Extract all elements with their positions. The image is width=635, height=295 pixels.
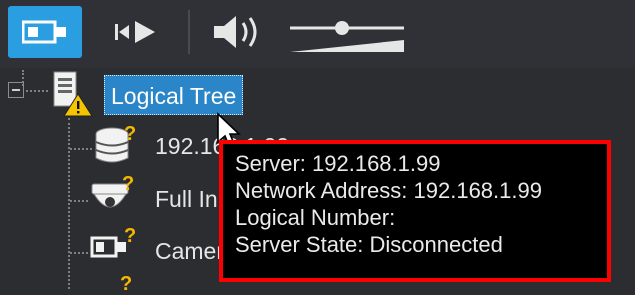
tooltip-server-state: Server State: Disconnected (235, 232, 503, 257)
volume-slider[interactable] (286, 12, 406, 56)
camera-button[interactable] (8, 6, 82, 58)
server-info-tooltip: Server: 192.168.1.99 Network Address: 19… (235, 150, 605, 258)
svg-text:?: ? (122, 174, 134, 195)
play-from-start-icon (115, 21, 155, 43)
play-button[interactable] (104, 6, 166, 58)
tree-item-label[interactable]: Camer (155, 238, 224, 265)
server-warning-icon (52, 70, 94, 123)
svg-text:?: ? (120, 276, 132, 290)
tooltip-server: Server: 192.168.1.99 (235, 151, 441, 176)
collapse-button[interactable] (8, 82, 24, 98)
speaker-icon (214, 16, 257, 48)
tree-connector (70, 148, 92, 150)
volume-button[interactable] (204, 6, 270, 58)
tree-connector (68, 118, 70, 289)
volume-slider-thumb[interactable] (335, 21, 349, 35)
tooltip-network-address: Network Address: 192.168.1.99 (235, 178, 542, 203)
tree-connector (70, 200, 88, 202)
svg-text:?: ? (124, 124, 136, 145)
volume-level-ramp (290, 40, 404, 52)
tree-root-label[interactable]: Logical Tree (104, 75, 244, 115)
dome-camera-warning-icon: ? (88, 173, 140, 229)
warning-question-icon: ? (118, 273, 138, 295)
tree-item-label[interactable]: Full In (155, 186, 218, 213)
database-warning-icon: ? (94, 123, 140, 173)
toolbar (0, 0, 635, 68)
camera-warning-icon: ? (90, 224, 142, 275)
svg-text:?: ? (124, 225, 136, 247)
tree-connector (26, 90, 48, 92)
tooltip-logical-number: Logical Number: (235, 205, 396, 230)
camera-icon (22, 20, 66, 44)
tree-connector (70, 252, 88, 254)
toolbar-separator (188, 10, 190, 54)
